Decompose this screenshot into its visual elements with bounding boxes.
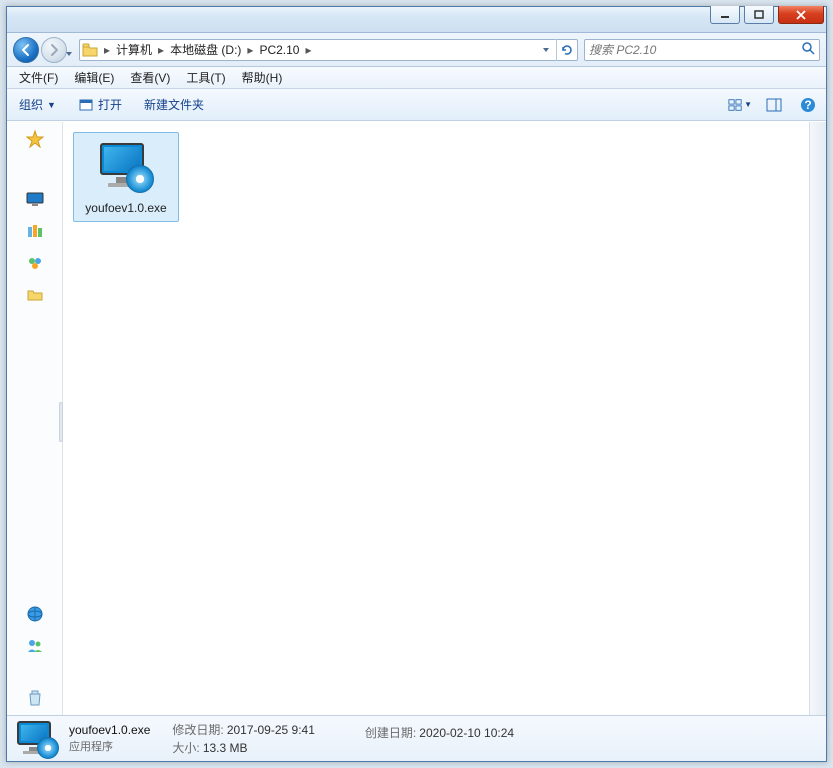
maximize-button[interactable] (744, 6, 774, 24)
navigation-pane (7, 122, 63, 715)
new-folder-label: 新建文件夹 (144, 96, 204, 113)
modified-label: 修改日期: (172, 723, 223, 737)
libraries-icon[interactable] (25, 222, 45, 240)
created-label: 创建日期: (365, 726, 416, 740)
chevron-down-icon: ▼ (744, 100, 752, 109)
breadcrumb-drive[interactable]: 本地磁盘 (D:) (168, 40, 243, 60)
breadcrumbs: ▸ 计算机 ▸ 本地磁盘 (D:) ▸ PC2.10 ▸ (100, 40, 536, 60)
nav-row: ▸ 计算机 ▸ 本地磁盘 (D:) ▸ PC2.10 ▸ (7, 33, 826, 67)
recent-locations-dropdown[interactable] (65, 47, 73, 55)
new-folder-button[interactable]: 新建文件夹 (138, 93, 210, 116)
menu-view[interactable]: 查看(V) (122, 67, 178, 88)
breadcrumb-sep[interactable]: ▸ (154, 40, 168, 60)
users-icon[interactable] (25, 637, 45, 655)
file-name-label: youfoev1.0.exe (85, 201, 166, 215)
folder-icon (80, 43, 100, 57)
menu-file[interactable]: 文件(F) (11, 67, 66, 88)
breadcrumb-folder[interactable]: PC2.10 (257, 40, 301, 60)
modified-value: 2017-09-25 9:41 (227, 723, 315, 737)
details-meta-col2: 创建日期: 2020-02-10 10:24 (365, 724, 514, 754)
open-label: 打开 (98, 96, 122, 113)
open-button[interactable]: 打开 (72, 93, 128, 116)
search-input[interactable] (589, 43, 801, 57)
installer-icon (94, 139, 158, 195)
vertical-scrollbar[interactable] (809, 122, 826, 715)
organize-button[interactable]: 组织 ▼ (13, 93, 62, 116)
open-icon (78, 98, 94, 112)
preview-pane-button[interactable] (762, 94, 786, 116)
sidebar-resize-handle[interactable] (59, 402, 63, 442)
details-filetype: 应用程序 (69, 738, 150, 754)
refresh-button[interactable] (557, 40, 577, 60)
menu-tools[interactable]: 工具(T) (178, 67, 233, 88)
help-button[interactable]: ? (796, 94, 820, 116)
body: youfoev1.0.exe (7, 122, 826, 715)
command-bar: 组织 ▼ 打开 新建文件夹 ▼ ? (7, 89, 826, 121)
size-label: 大小: (172, 741, 199, 755)
details-pane: youfoev1.0.exe 应用程序 修改日期: 2017-09-25 9:4… (7, 715, 826, 761)
computer-icon[interactable] (25, 190, 45, 208)
breadcrumb-computer[interactable]: 计算机 (114, 40, 154, 60)
view-options-button[interactable]: ▼ (728, 94, 752, 116)
file-item[interactable]: youfoev1.0.exe (73, 132, 179, 222)
back-button[interactable] (13, 37, 39, 63)
file-list[interactable]: youfoev1.0.exe (63, 122, 809, 715)
details-filename: youfoev1.0.exe (69, 723, 150, 737)
titlebar (7, 7, 826, 33)
recycle-bin-icon[interactable] (25, 689, 45, 707)
close-button[interactable] (778, 6, 824, 24)
menu-bar: 文件(F) 编辑(E) 查看(V) 工具(T) 帮助(H) (7, 67, 826, 89)
menu-help[interactable]: 帮助(H) (234, 67, 291, 88)
menu-edit[interactable]: 编辑(E) (66, 67, 122, 88)
nav-buttons (13, 36, 73, 64)
network-icon[interactable] (25, 605, 45, 623)
organize-label: 组织 (19, 96, 43, 113)
breadcrumb-sep[interactable]: ▸ (100, 40, 114, 60)
details-primary: youfoev1.0.exe 应用程序 (69, 723, 150, 754)
svg-text:?: ? (804, 98, 811, 112)
size-value: 13.3 MB (203, 741, 248, 755)
search-box[interactable] (584, 39, 820, 61)
search-icon[interactable] (801, 41, 815, 58)
homegroup-icon[interactable] (25, 254, 45, 272)
favorites-icon[interactable] (25, 130, 45, 148)
details-meta-col1: 修改日期: 2017-09-25 9:41 大小: 13.3 MB (172, 721, 314, 756)
explorer-window: ▸ 计算机 ▸ 本地磁盘 (D:) ▸ PC2.10 ▸ (6, 6, 827, 762)
forward-button[interactable] (41, 37, 67, 63)
address-bar[interactable]: ▸ 计算机 ▸ 本地磁盘 (D:) ▸ PC2.10 ▸ (79, 39, 578, 61)
breadcrumb-sep[interactable]: ▸ (243, 40, 257, 60)
details-icon (15, 719, 59, 759)
folder-icon[interactable] (25, 286, 45, 304)
breadcrumb-sep[interactable]: ▸ (301, 40, 315, 60)
window-controls (710, 6, 824, 24)
created-value: 2020-02-10 10:24 (419, 726, 514, 740)
address-history-dropdown[interactable] (536, 40, 556, 60)
chevron-down-icon: ▼ (47, 100, 56, 110)
address-bar-buttons (536, 39, 577, 61)
minimize-button[interactable] (710, 6, 740, 24)
